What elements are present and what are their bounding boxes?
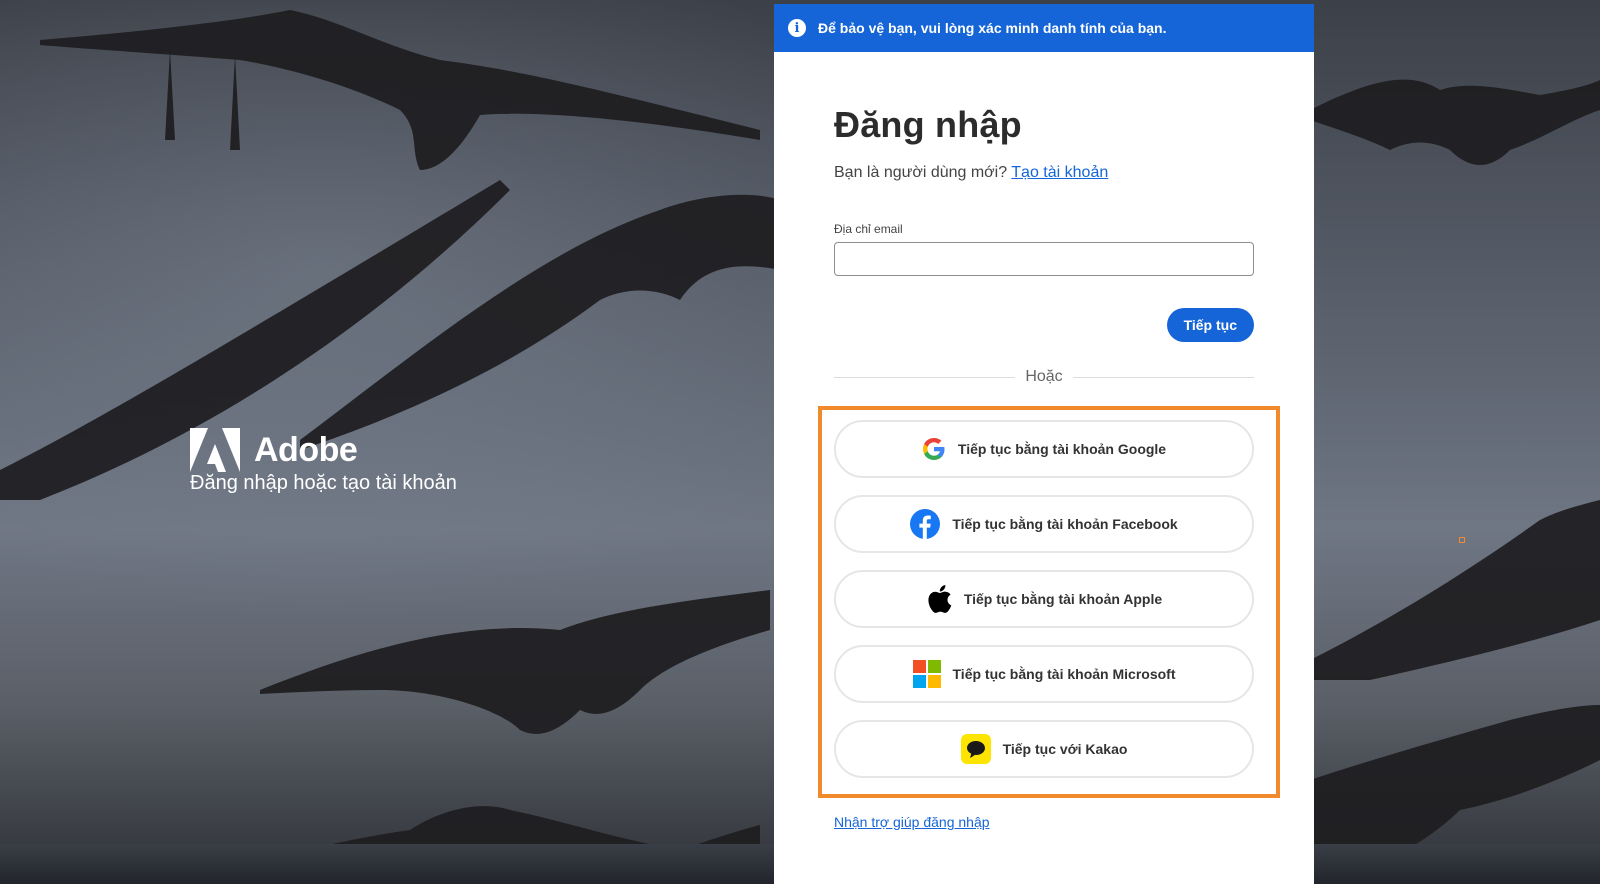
apple-icon <box>928 585 952 613</box>
microsoft-icon <box>912 660 941 688</box>
email-label: Địa chỉ email <box>834 222 903 236</box>
page-title: Đăng nhập <box>834 104 1022 145</box>
adobe-brand: Adobe Đăng nhập hoặc tạo tài khoản <box>190 428 457 495</box>
adobe-logo-icon <box>190 428 240 472</box>
kakao-sign-in-label: Tiếp tục với Kakao <box>1002 741 1128 757</box>
info-icon: i <box>788 19 806 37</box>
bird-silhouette <box>300 194 780 450</box>
brand-subtitle: Đăng nhập hoặc tạo tài khoản <box>190 472 457 494</box>
sign-in-help-link[interactable]: Nhận trợ giúp đăng nhập <box>834 814 990 830</box>
facebook-sign-in-button[interactable]: Tiếp tục bằng tài khoản Facebook <box>834 495 1254 553</box>
brand-name: Adobe <box>254 430 358 469</box>
banner-text: Để bảo vệ bạn, vui lòng xác minh danh tí… <box>818 20 1167 36</box>
or-divider: Hoặc <box>834 368 1255 386</box>
microsoft-sign-in-button[interactable]: Tiếp tục bằng tài khoản Microsoft <box>834 645 1254 703</box>
social-sign-in-list: Tiếp tục bằng tài khoản Google Tiếp tục … <box>834 420 1254 795</box>
google-sign-in-button[interactable]: Tiếp tục bằng tài khoản Google <box>834 420 1254 478</box>
bird-silhouette <box>260 590 770 734</box>
email-input[interactable] <box>834 242 1254 276</box>
google-icon <box>922 438 945 460</box>
google-sign-in-label: Tiếp tục bằng tài khoản Google <box>957 441 1167 457</box>
divider-line <box>834 376 1016 378</box>
create-account-link[interactable]: Tạo tài khoản <box>1011 164 1108 181</box>
or-text: Hoặc <box>1025 368 1063 385</box>
sign-in-form: Đăng nhập Bạn là người dùng mới? Tạo tài… <box>774 104 1314 386</box>
facebook-sign-in-label: Tiếp tục bằng tài khoản Facebook <box>952 516 1178 532</box>
apple-sign-in-button[interactable]: Tiếp tục bằng tài khoản Apple <box>834 570 1254 628</box>
continue-button[interactable]: Tiếp tục <box>1166 308 1254 342</box>
kakao-sign-in-button[interactable]: Tiếp tục với Kakao <box>834 720 1254 778</box>
bird-silhouette <box>1310 79 1600 165</box>
new-user-prompt: Bạn là người dùng mới? Tạo tài khoản <box>834 164 1254 182</box>
sign-in-panel: i Để bảo vệ bạn, vui lòng xác minh danh … <box>774 4 1314 884</box>
annotation-marker <box>1459 537 1465 543</box>
divider-line <box>1072 376 1255 378</box>
microsoft-sign-in-label: Tiếp tục bằng tài khoản Microsoft <box>952 666 1176 682</box>
continue-row: Tiếp tục <box>834 308 1254 342</box>
bird-silhouette <box>1310 500 1600 680</box>
new-user-text: Bạn là người dùng mới? <box>834 164 1008 181</box>
facebook-icon <box>910 509 941 539</box>
bird-silhouette <box>40 10 760 170</box>
verification-banner: i Để bảo vệ bạn, vui lòng xác minh danh … <box>774 4 1314 52</box>
apple-sign-in-label: Tiếp tục bằng tài khoản Apple <box>963 591 1163 607</box>
kakao-icon <box>960 734 991 764</box>
